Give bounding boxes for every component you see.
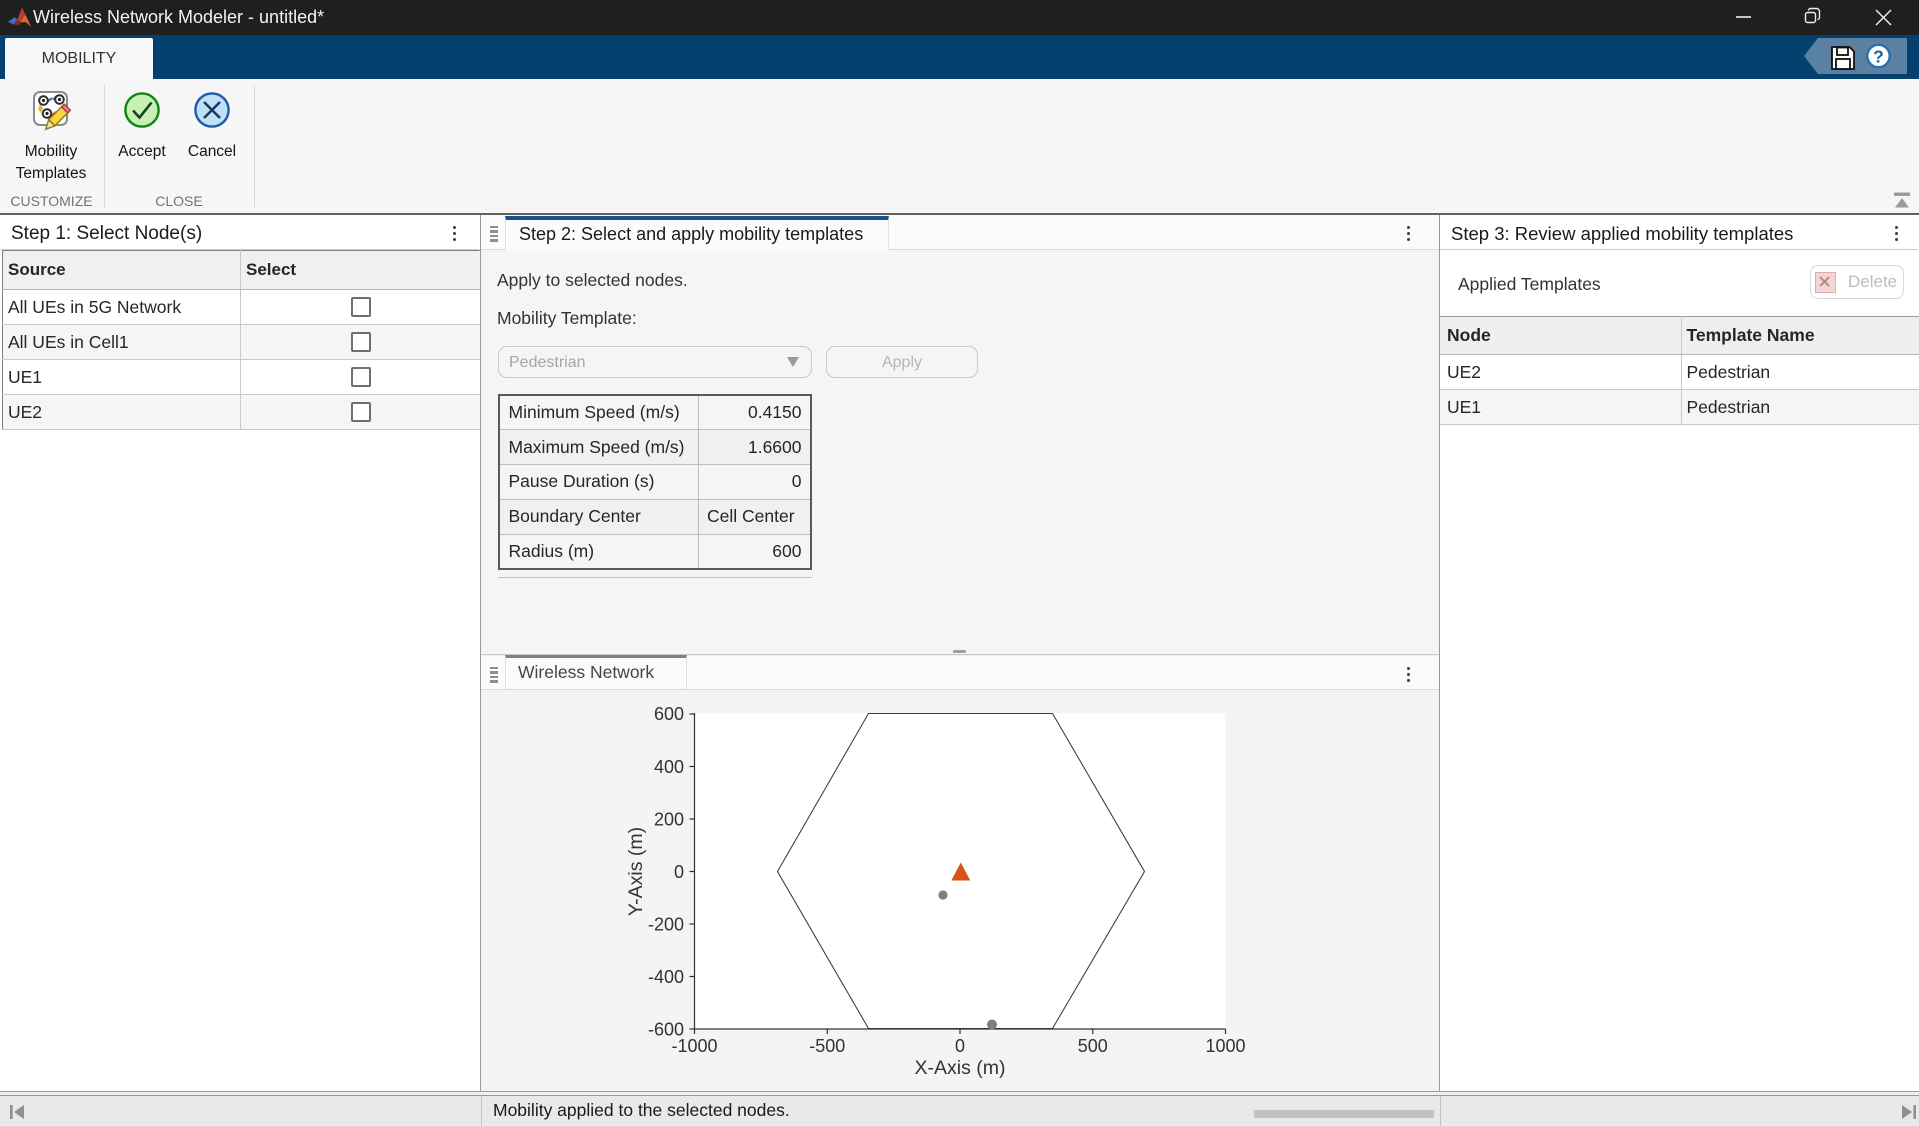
svg-text:400: 400 <box>654 757 684 777</box>
svg-text:-500: -500 <box>809 1036 845 1056</box>
svg-text:-400: -400 <box>648 967 684 987</box>
svg-text:?: ? <box>1873 47 1884 67</box>
svg-text:200: 200 <box>654 810 684 830</box>
svg-text:-200: -200 <box>648 915 684 935</box>
svg-text:X-Axis (m): X-Axis (m) <box>915 1057 1006 1079</box>
svg-text:600: 600 <box>654 704 684 724</box>
svg-text:0: 0 <box>955 1036 965 1056</box>
svg-text:-600: -600 <box>648 1020 684 1040</box>
svg-text:500: 500 <box>1078 1036 1108 1056</box>
svg-text:1000: 1000 <box>1205 1036 1245 1056</box>
svg-text:Y-Axis (m): Y-Axis (m) <box>625 827 647 916</box>
svg-text:0: 0 <box>674 862 684 882</box>
